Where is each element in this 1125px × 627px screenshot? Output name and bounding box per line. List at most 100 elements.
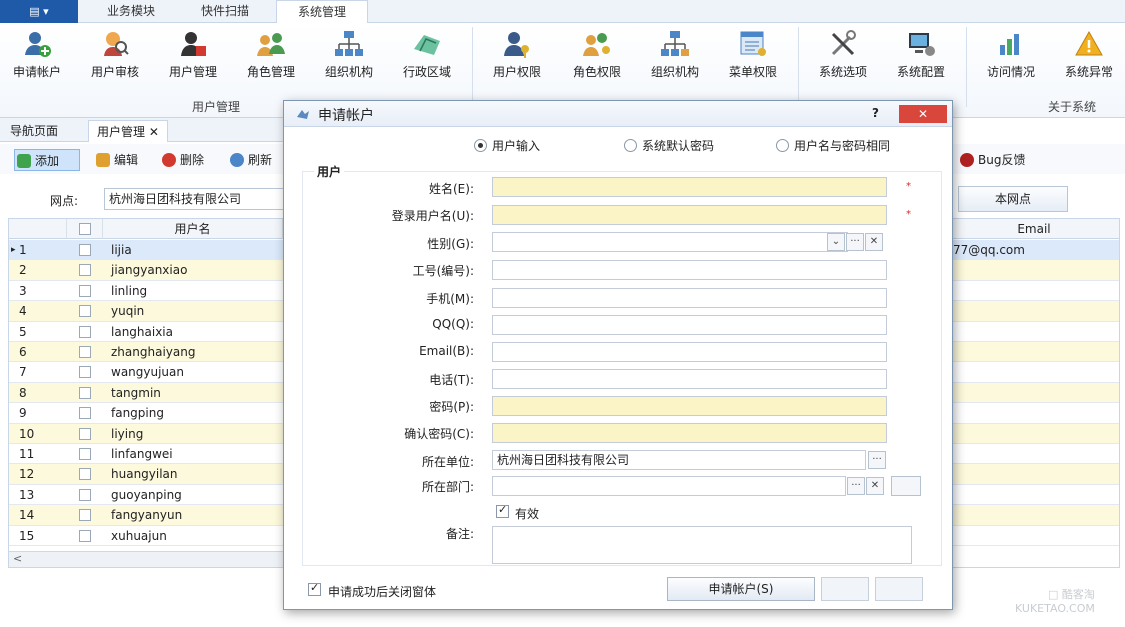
delete-button[interactable]: 删除	[160, 149, 220, 171]
row-checkbox[interactable]	[79, 488, 91, 501]
username-cell: zhanghaiyang	[111, 345, 196, 359]
add-button[interactable]: 添加	[14, 149, 80, 171]
dialog-close-button[interactable]: ✕	[899, 105, 947, 123]
row-number: 12	[19, 467, 35, 482]
tab-express-scan[interactable]: 快件扫描	[182, 0, 268, 23]
department-input[interactable]	[492, 476, 846, 496]
job-number-input[interactable]	[492, 260, 887, 280]
row-checkbox[interactable]	[79, 284, 91, 297]
menu-permission-button[interactable]: 菜单权限	[716, 27, 790, 89]
role-permission-button[interactable]: 角色权限	[560, 27, 634, 89]
email-input[interactable]	[492, 342, 887, 362]
ellipsis-button[interactable]: ···	[846, 233, 864, 251]
department-extra-button[interactable]	[891, 476, 921, 496]
row-number: 6	[19, 345, 27, 359]
tab-business-modules[interactable]: 业务模块	[92, 0, 170, 23]
company-ellipsis-button[interactable]: ···	[868, 451, 886, 469]
help-icon[interactable]: ?	[872, 106, 879, 120]
row-checkbox[interactable]	[79, 264, 91, 277]
chevron-down-icon[interactable]: ⌄	[827, 233, 845, 251]
clear-icon[interactable]: ✕	[865, 233, 883, 251]
row-checkbox[interactable]	[79, 386, 91, 399]
role-management-button[interactable]: 角色管理	[234, 27, 308, 89]
edit-button[interactable]: 编辑	[94, 149, 152, 171]
row-checkbox[interactable]	[79, 407, 91, 420]
close-after-success-checkbox[interactable]	[308, 581, 321, 596]
horizontal-scrollbar[interactable]: <	[9, 551, 289, 567]
login-name-input[interactable]	[492, 205, 887, 225]
row-checkbox[interactable]	[79, 366, 91, 379]
system-options-button[interactable]: 系统选项	[806, 27, 880, 89]
row-checkbox[interactable]	[79, 509, 91, 522]
department-ellipsis-button[interactable]: ···	[847, 477, 865, 495]
access-stats-icon	[1000, 34, 1019, 55]
row-checkbox[interactable]	[79, 468, 91, 481]
radio-default-password[interactable]: 系统默认密码	[624, 138, 714, 154]
system-config-button[interactable]: 系统配置	[884, 27, 958, 89]
access-stats-button[interactable]: 访问情况	[974, 27, 1048, 89]
department-clear-icon[interactable]: ✕	[866, 477, 884, 495]
apply-account-submit-button[interactable]: 申请帐户(S)	[667, 577, 815, 601]
ribbon-label: 访问情况	[986, 65, 1035, 79]
company-input[interactable]: 杭州海日团科技有限公司	[492, 450, 866, 470]
email-header[interactable]: Email	[949, 219, 1119, 239]
app-menu-button[interactable]: ▤ ▾	[0, 0, 78, 23]
gender-select[interactable]	[492, 232, 848, 252]
ribbon-label: 菜单权限	[728, 65, 777, 79]
radio-same-as-username[interactable]: 用户名与密码相同	[776, 138, 890, 154]
row-checkbox[interactable]	[79, 529, 91, 542]
branch-input[interactable]: 杭州海日团科技有限公司	[104, 188, 286, 210]
dialog-titlebar[interactable]: 申请帐户 ? ✕	[284, 101, 952, 127]
org-permission-button[interactable]: 组织机构	[638, 27, 712, 89]
tab-system-management[interactable]: 系统管理	[276, 0, 368, 24]
watermark: □ 酷客淘 KUKETAO.COM	[1015, 588, 1095, 616]
user-management-button[interactable]: 用户管理	[156, 27, 230, 89]
row-checkbox[interactable]	[79, 244, 91, 256]
apply-account-button[interactable]: 申请帐户	[0, 27, 74, 89]
tab-user-management[interactable]: 用户管理 ✕	[88, 120, 168, 142]
radio-user-input[interactable]: 用户输入	[474, 138, 540, 154]
phone-input[interactable]	[492, 369, 887, 389]
dialog-secondary-button[interactable]	[821, 577, 869, 601]
dialog-tertiary-button[interactable]	[875, 577, 923, 601]
tab-navigation-page[interactable]: 导航页面	[2, 120, 66, 142]
local-branch-button[interactable]: 本网点	[958, 186, 1068, 212]
bug-feedback-button[interactable]: Bug反馈	[958, 149, 1038, 171]
row-number: 4	[19, 304, 27, 319]
username-header[interactable]: 用户名	[103, 219, 283, 239]
radio-label: 用户输入	[492, 139, 541, 153]
username-cell: linling	[111, 283, 148, 298]
system-exception-button[interactable]: 系统异常	[1052, 27, 1125, 89]
scroll-left-icon[interactable]: <	[13, 552, 22, 565]
radio-dot	[624, 139, 637, 152]
confirm-password-input[interactable]	[492, 423, 887, 443]
user-permission-button[interactable]: 用户权限	[480, 27, 554, 89]
qq-input[interactable]	[492, 315, 887, 335]
row-checkbox[interactable]	[79, 427, 91, 440]
user-audit-button[interactable]: 用户审核	[78, 27, 152, 89]
select-all-checkbox[interactable]	[79, 223, 91, 235]
select-all-header[interactable]	[67, 219, 103, 239]
refresh-button[interactable]: 刷新	[228, 149, 284, 171]
mobile-input[interactable]	[492, 288, 887, 308]
add-label: 添加	[35, 154, 60, 168]
top-menu-bar: ▤ ▾ 业务模块 快件扫描 系统管理	[0, 0, 1125, 24]
valid-checkbox[interactable]	[496, 503, 509, 518]
ribbon-separator	[798, 27, 799, 107]
row-checkbox[interactable]	[79, 346, 91, 358]
edit-label: 编辑	[114, 153, 139, 167]
password-input[interactable]	[492, 396, 887, 416]
org-structure-button[interactable]: 组织机构	[312, 27, 386, 89]
row-checkbox[interactable]	[79, 305, 91, 318]
valid-label: 有效	[515, 507, 540, 521]
role-permission-icon	[583, 33, 610, 56]
row-checkbox[interactable]	[79, 448, 91, 460]
ribbon-label: 角色权限	[572, 65, 621, 79]
row-checkbox[interactable]	[79, 325, 91, 338]
remark-textarea[interactable]	[492, 526, 912, 564]
admin-region-button[interactable]: 行政区域	[390, 27, 464, 89]
name-input[interactable]	[492, 177, 887, 197]
row-number: 1	[19, 243, 27, 257]
ribbon-label: 组织机构	[324, 65, 373, 79]
username-cell: lijia	[111, 243, 132, 257]
